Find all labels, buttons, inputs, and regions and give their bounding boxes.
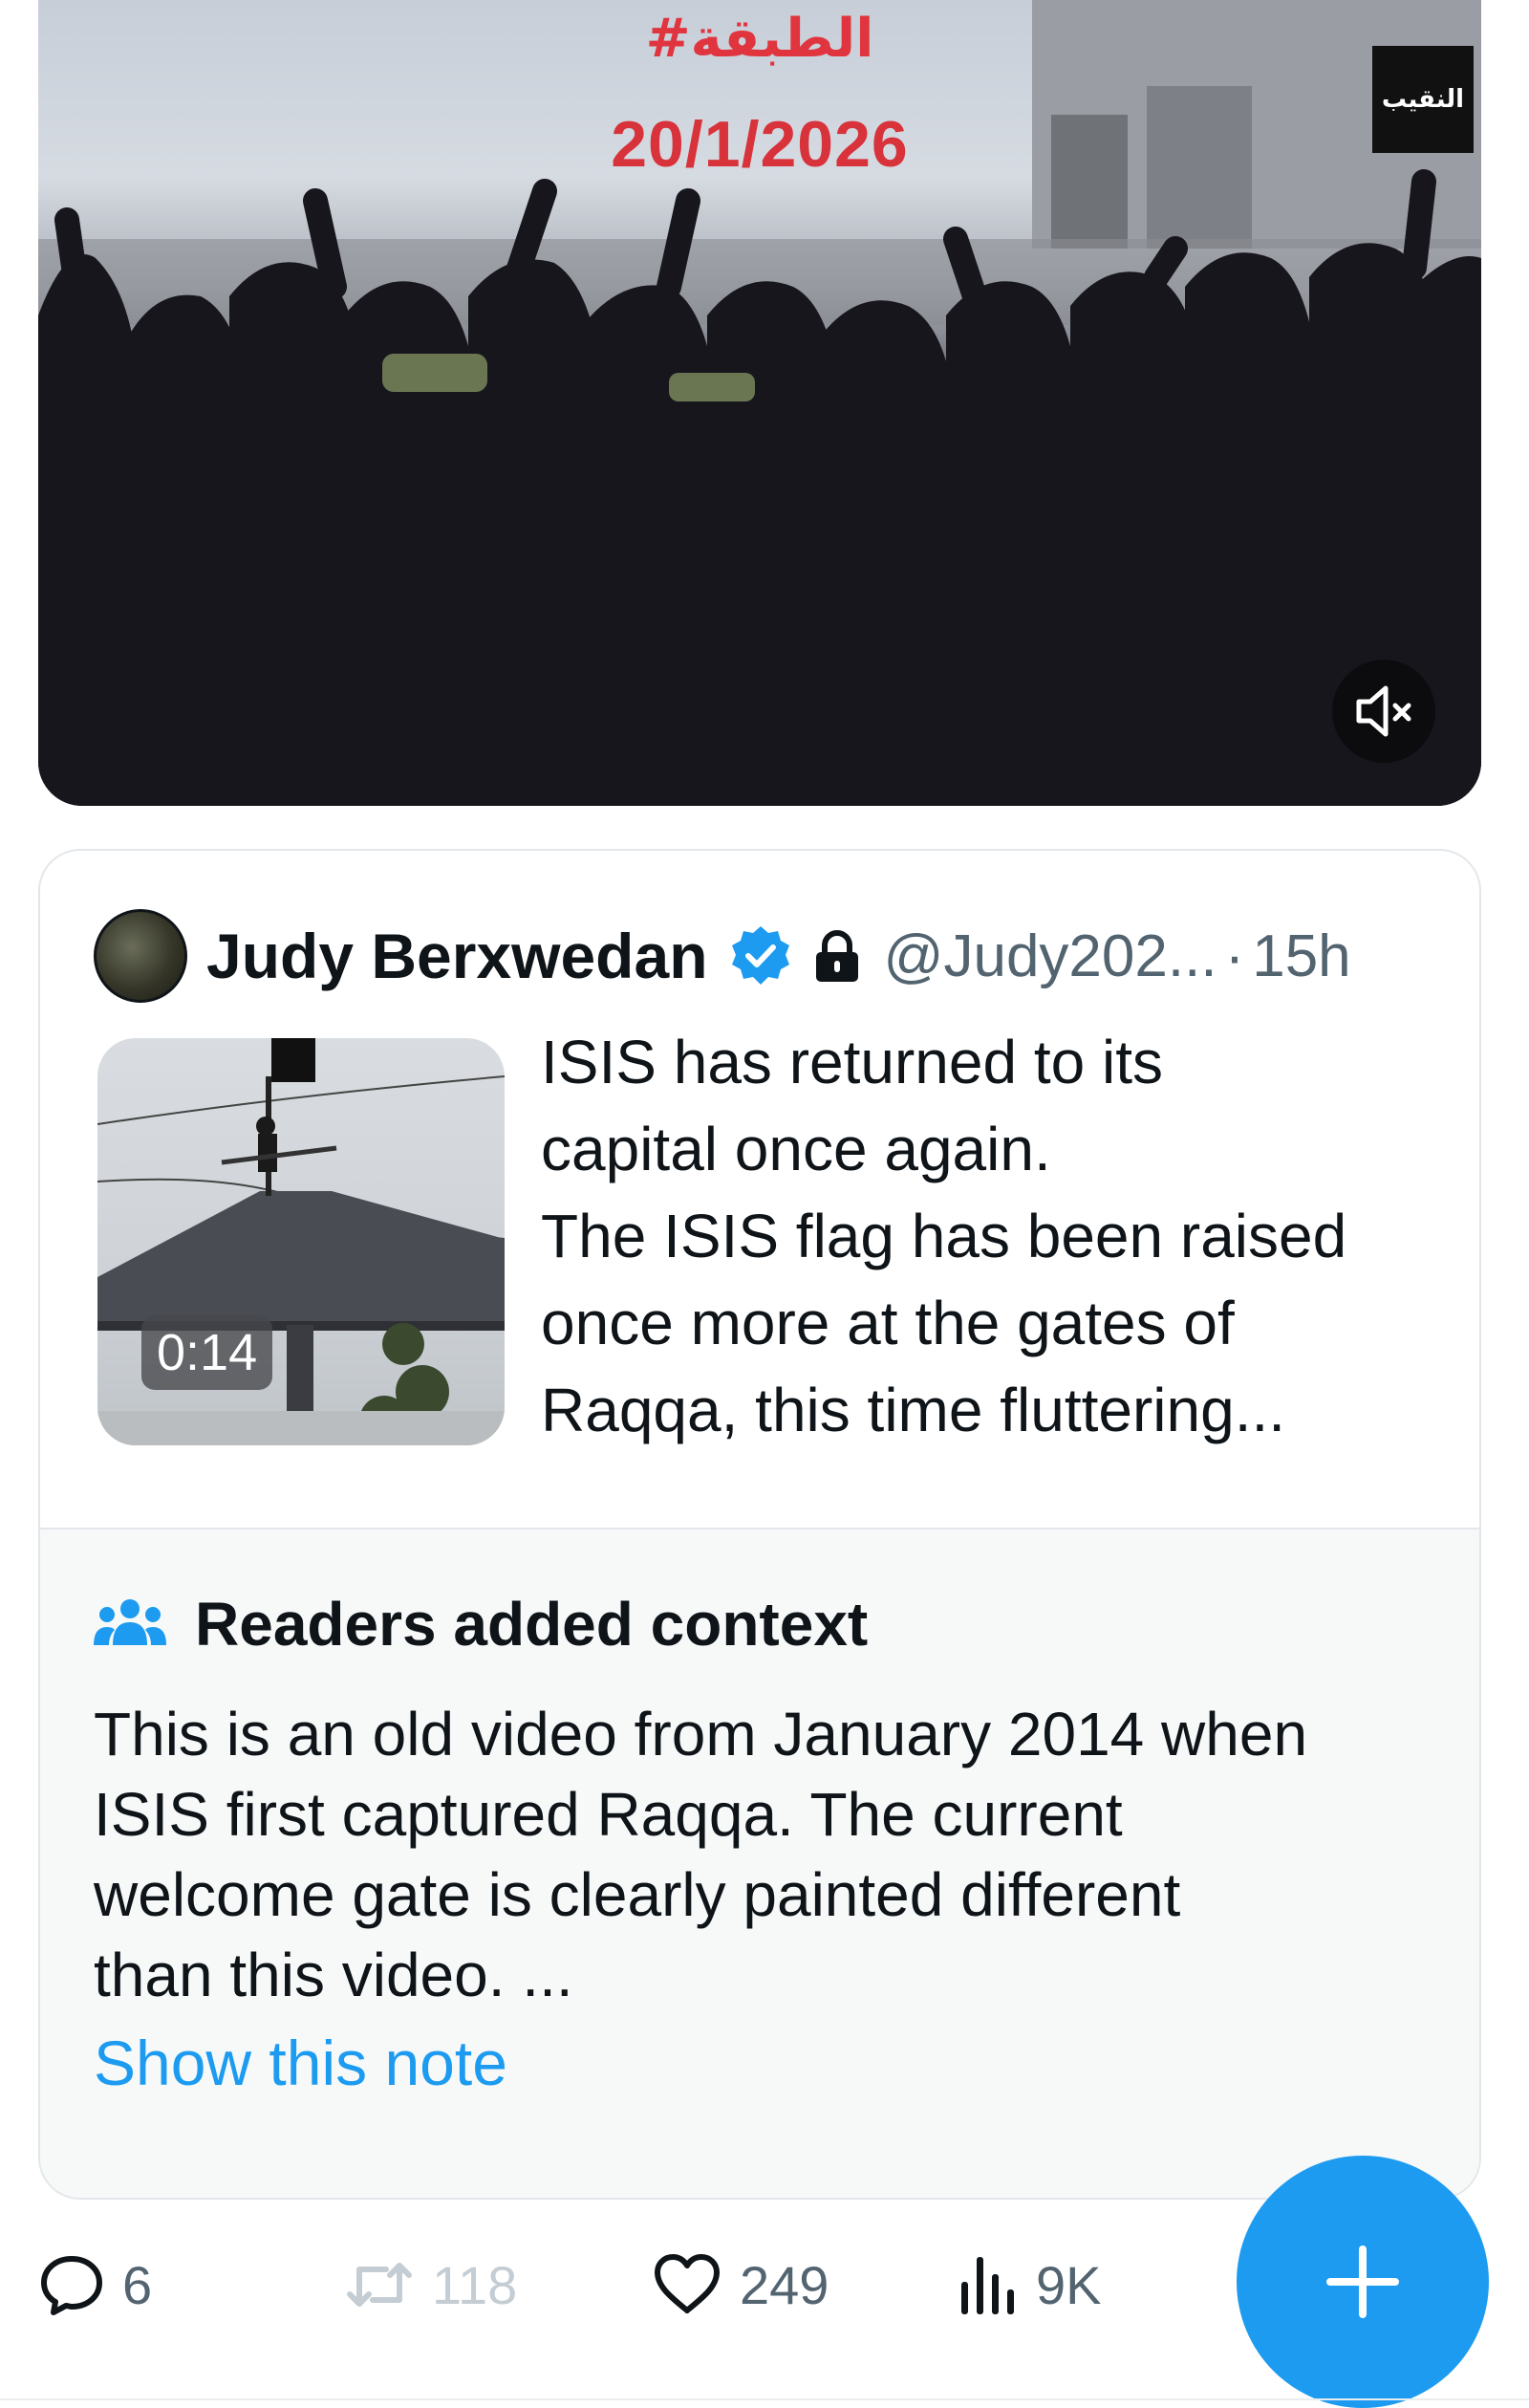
like-button[interactable]: 249: [652, 2237, 829, 2332]
author-name[interactable]: Judy Berxwedan: [206, 920, 708, 992]
speaker-muted-icon: [1356, 685, 1411, 737]
people-icon: [94, 1599, 166, 1645]
quoted-tweet-header: Judy Berxwedan @Judy202... · 15h: [94, 908, 1441, 1004]
video-duration-badge: 0:14: [141, 1315, 273, 1390]
author-handle[interactable]: @Judy202...: [884, 922, 1217, 990]
community-note-header: Readers added context: [94, 1589, 868, 1660]
views-button[interactable]: 9K: [958, 2237, 1102, 2332]
repost-count: 118: [432, 2254, 518, 2315]
video-date-overlay: 20/1/2026: [611, 108, 909, 181]
repost-icon: [347, 2263, 412, 2307]
heart-icon: [655, 2254, 720, 2313]
community-note[interactable]: Readers added context This is an old vid…: [40, 1528, 1479, 2198]
repost-button[interactable]: 118: [344, 2237, 517, 2332]
community-note-body: This is an old video from January 2014 w…: [94, 1700, 1308, 2009]
avatar[interactable]: [94, 909, 187, 1003]
mute-button[interactable]: [1332, 660, 1435, 763]
video-hashtag-overlay: #الطبقة: [645, 8, 874, 70]
reply-button[interactable]: 6: [38, 2237, 152, 2332]
divider: [0, 2398, 1529, 2400]
show-note-link[interactable]: Show this note: [94, 2027, 507, 2099]
views-count: 9K: [1036, 2254, 1102, 2315]
lock-icon: [815, 930, 858, 982]
channel-logo: النقيب: [1372, 46, 1474, 153]
reply-icon: [41, 2256, 102, 2315]
community-note-title: Readers added context: [195, 1590, 869, 1659]
like-count: 249: [740, 2254, 829, 2315]
plus-icon: [1326, 2245, 1399, 2318]
video-player[interactable]: #الطبقة 20/1/2026 النقيب: [38, 0, 1481, 806]
compose-button[interactable]: [1237, 2156, 1489, 2408]
bar-chart-icon: [961, 2257, 1014, 2314]
tweet-age[interactable]: 15h: [1252, 922, 1350, 990]
separator-dot: ·: [1224, 922, 1245, 989]
video-thumbnail[interactable]: 0:14: [97, 1038, 505, 1445]
reply-count: 6: [122, 2254, 153, 2315]
quoted-tweet-text: ISIS has returned to its capital once ag…: [541, 1028, 1347, 1444]
quoted-tweet-card[interactable]: Judy Berxwedan @Judy202... · 15h 0:14 IS…: [38, 849, 1481, 2200]
verified-badge-icon: [731, 926, 789, 985]
